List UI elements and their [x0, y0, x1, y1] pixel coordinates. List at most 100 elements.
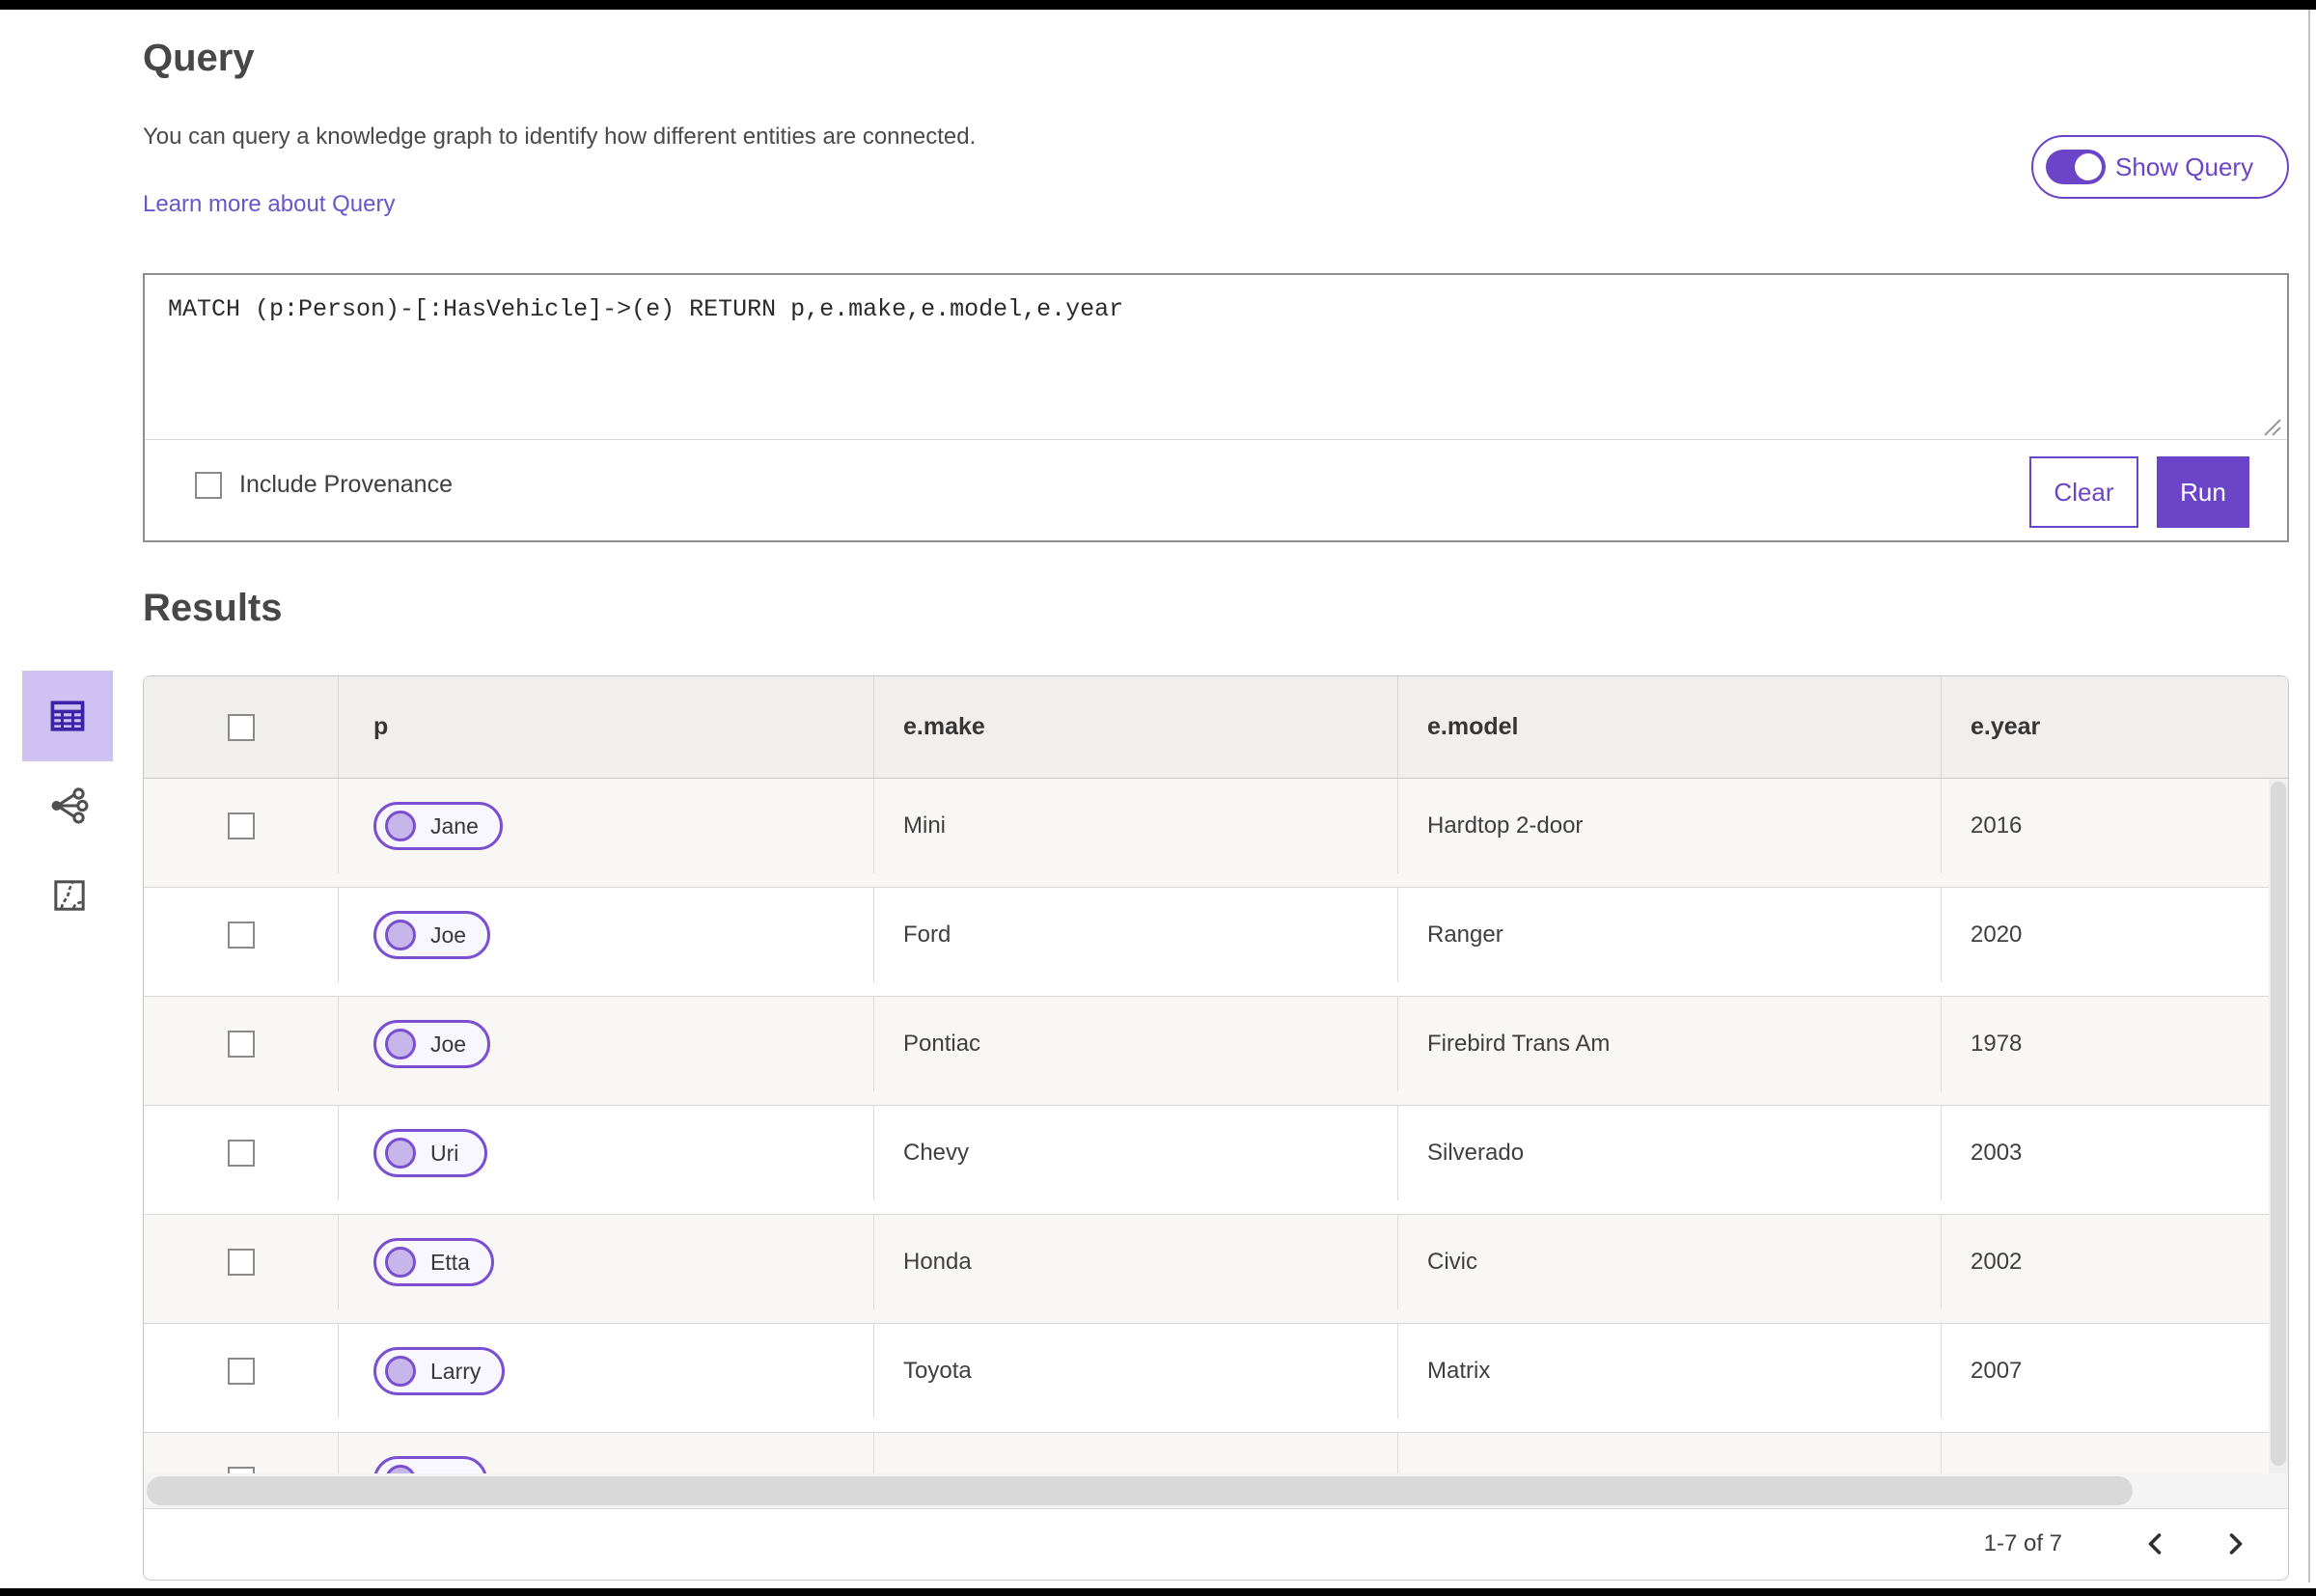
entity-cell: Uri — [338, 1106, 873, 1200]
row-checkbox[interactable] — [227, 1358, 255, 1385]
column-header-e-make[interactable]: e.make — [873, 676, 1397, 778]
cell-e-model: Silverado — [1397, 1106, 1941, 1200]
person-node-icon — [385, 811, 416, 841]
query-textarea[interactable]: MATCH (p:Person)-[:HasVehicle]->(e) RETU… — [168, 294, 2245, 326]
column-header-p[interactable]: p — [338, 676, 873, 778]
query-page: Query You can query a knowledge graph to… — [0, 0, 2316, 1596]
entity-name: Joe — [430, 922, 467, 948]
row-checkbox-cell — [144, 888, 338, 982]
person-node-icon — [385, 1247, 416, 1278]
row-checkbox[interactable] — [227, 1031, 255, 1058]
show-query-toggle-button[interactable]: Show Query — [2031, 135, 2289, 199]
entity-pill[interactable]: Jane — [373, 802, 503, 850]
column-header-e-year[interactable]: e.year — [1941, 676, 2288, 778]
cell-e-model: Matrix — [1397, 1324, 1941, 1418]
link-chart-view-icon — [51, 787, 89, 824]
vertical-scrollbar[interactable] — [2269, 779, 2288, 1473]
entity-name: Uri — [430, 1140, 459, 1166]
horizontal-scrollbar-thumb[interactable] — [147, 1476, 2133, 1505]
entity-name: Larry — [430, 1358, 482, 1384]
row-checkbox-cell — [144, 1324, 338, 1418]
table-view-icon — [50, 701, 85, 731]
cell-e-model: Firebird Trans Am — [1397, 997, 1941, 1091]
table-row: Larry Toyota Matrix 2007 — [144, 1324, 2288, 1433]
row-checkbox[interactable] — [227, 1249, 255, 1276]
resize-grip-icon[interactable] — [2259, 418, 2282, 437]
chevron-right-icon — [2229, 1532, 2243, 1555]
header-checkbox-cell — [144, 676, 338, 778]
entity-pill[interactable]: Etta — [373, 1238, 494, 1286]
include-provenance-checkbox[interactable] — [195, 471, 222, 499]
toggle-on-icon[interactable] — [2046, 150, 2106, 184]
query-section-title: Query — [143, 37, 255, 79]
person-node-icon — [385, 1029, 416, 1059]
entity-cell: Jane — [338, 779, 873, 873]
results-section-title: Results — [143, 587, 283, 629]
pagination-range-label: 1-7 of 7 — [1983, 1529, 2062, 1556]
entity-pill[interactable]: Uri — [373, 1129, 487, 1177]
vertical-scrollbar-thumb[interactable] — [2271, 782, 2286, 1466]
entity-pill[interactable]: Joe — [373, 911, 491, 959]
cell-e-year: 1978 — [1941, 997, 2288, 1091]
previous-page-button[interactable] — [2136, 1525, 2174, 1563]
horizontal-scrollbar[interactable] — [144, 1473, 2288, 1508]
show-query-label: Show Query — [2115, 151, 2254, 181]
entity-name: Joe — [430, 1031, 467, 1057]
person-node-icon — [385, 1356, 416, 1387]
pagination-bar: 1-7 of 7 — [144, 1508, 2288, 1578]
cell-e-make: Pontiac — [873, 997, 1397, 1091]
cell-e-make: Honda — [873, 1215, 1397, 1309]
cell-e-make: Ford — [873, 888, 1397, 982]
learn-more-link[interactable]: Learn more about Query — [143, 191, 395, 218]
window-right-edge — [2308, 10, 2310, 1582]
cell-e-year: 2020 — [1941, 888, 2288, 982]
query-editor-panel: MATCH (p:Person)-[:HasVehicle]->(e) RETU… — [143, 273, 2289, 542]
table-row: Uri Chevy Silverado 2003 — [144, 1106, 2288, 1215]
row-checkbox-cell — [144, 779, 338, 873]
entity-name: Jane — [430, 812, 479, 839]
cell-e-year: 2003 — [1941, 1106, 2288, 1200]
run-button[interactable]: Run — [2157, 456, 2249, 528]
next-page-button[interactable] — [2217, 1525, 2255, 1563]
row-checkbox[interactable] — [227, 1140, 255, 1167]
cell-e-make: Mini — [873, 779, 1397, 873]
cell-e-year: 2016 — [1941, 779, 2288, 873]
cell-e-make: Toyota — [873, 1324, 1397, 1418]
map-view-button[interactable] — [46, 872, 93, 919]
toggle-knob — [2075, 153, 2102, 180]
entity-cell: Joe — [338, 997, 873, 1091]
entity-cell: Etta — [338, 1215, 873, 1309]
map-view-icon — [54, 880, 85, 911]
row-checkbox[interactable] — [227, 922, 255, 949]
table-row: Etta Honda Civic 2002 — [144, 1215, 2288, 1324]
cell-e-model: Civic — [1397, 1215, 1941, 1309]
entity-pill[interactable]: Joe — [373, 1020, 491, 1068]
link-chart-view-button[interactable] — [42, 780, 95, 832]
chevron-left-icon — [2148, 1532, 2162, 1555]
table-body: Jane Mini Hardtop 2-door 2016 Joe Ford Ranger 2… — [144, 779, 2288, 1508]
cell-e-model: Hardtop 2-door — [1397, 779, 1941, 873]
cell-e-make: Chevy — [873, 1106, 1397, 1200]
entity-cell: Larry — [338, 1324, 873, 1418]
cell-e-year: 2007 — [1941, 1324, 2288, 1418]
person-node-icon — [385, 1138, 416, 1169]
row-checkbox[interactable] — [227, 812, 255, 839]
table-row: Jane Mini Hardtop 2-door 2016 — [144, 779, 2288, 888]
entity-name: Etta — [430, 1249, 470, 1275]
select-all-checkbox[interactable] — [227, 713, 255, 741]
column-header-e-model[interactable]: e.model — [1397, 676, 1941, 778]
clear-button[interactable]: Clear — [2029, 456, 2138, 528]
cell-e-model: Ranger — [1397, 888, 1941, 982]
table-header-row: p e.make e.model e.year — [144, 676, 2288, 779]
entity-pill[interactable]: Larry — [373, 1347, 506, 1395]
editor-footer-divider — [145, 439, 2287, 440]
window-bottom-edge — [0, 1588, 2316, 1596]
results-table: p e.make e.model e.year Jane Mini Hardtop … — [143, 675, 2289, 1581]
window-top-edge — [0, 0, 2316, 10]
query-description: You can query a knowledge graph to ident… — [143, 124, 977, 150]
table-view-button-selected[interactable] — [22, 671, 113, 761]
include-provenance-control[interactable]: Include Provenance — [195, 471, 453, 499]
row-checkbox-cell — [144, 1215, 338, 1309]
person-node-icon — [385, 920, 416, 950]
entity-cell: Joe — [338, 888, 873, 982]
